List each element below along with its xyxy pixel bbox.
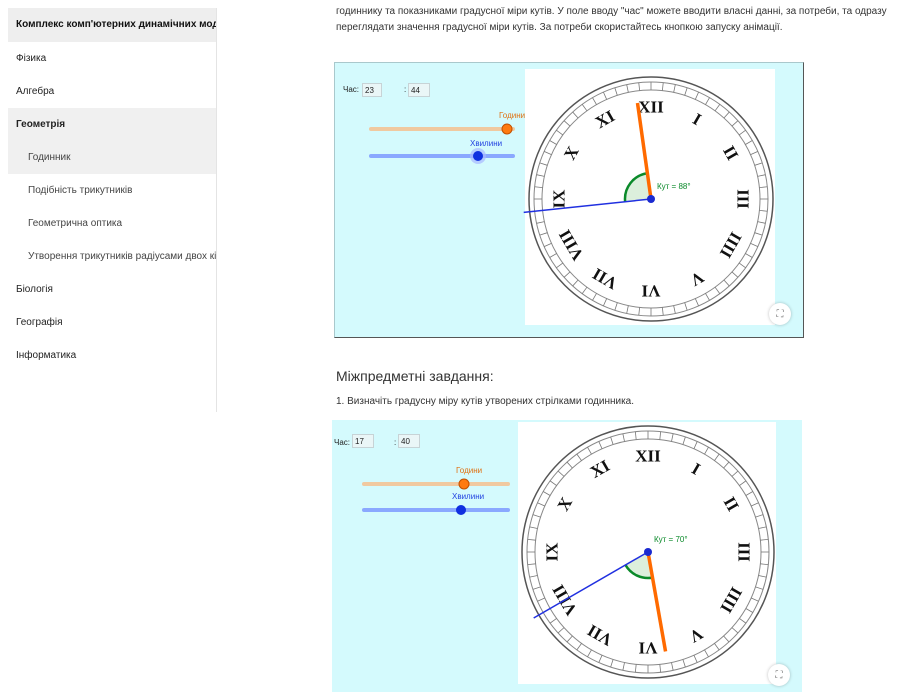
clock-face-2: XIIIIIIIIIIIIVVIVIIVIIIIXXXIКут = 70° [521, 425, 775, 679]
angle-label: Кут = 70° [654, 535, 688, 544]
clock-numeral: III [735, 542, 754, 562]
clock-panel-2: XIIIIIIIIIIIIVVIVIIVIIIIXXXIКут = 70° [518, 422, 776, 684]
angle-label: Кут = 88° [657, 182, 691, 191]
clock-numeral: VI [638, 639, 657, 658]
slider-hours-handle[interactable] [458, 478, 470, 490]
sidebar-item-similar-triangles[interactable]: Подібність трикутників [8, 174, 216, 207]
clock-numeral: III [734, 189, 753, 209]
clock-face-1: XIIIIIIIIIIIIVVIVIIVIIIIXXXIКут = 88° [523, 76, 774, 322]
sidebar-item-triangles-radii[interactable]: Утворення трикутників радіусами двох кіл [8, 240, 216, 273]
clock-center [644, 548, 652, 556]
clock-applet-2: Час: 17 : 40 Години Хвилини XII I II III III… [332, 420, 802, 692]
sidebar: Комплекс комп'ютерних динамічних мод Фіз… [8, 8, 217, 412]
clock-applet-1: Час: 23 : 44 Години Хвилини XII I II III III… [334, 62, 804, 338]
sidebar-item-informatics[interactable]: Інформатика [8, 339, 216, 372]
sidebar-item-clock[interactable]: Годинник [8, 141, 216, 174]
slider-minutes-label: Хвилини [452, 492, 485, 501]
clock-numeral: XII [638, 98, 664, 117]
clock-numeral: VI [641, 282, 660, 301]
sidebar-item-physics[interactable]: Фізика [8, 42, 216, 75]
clock-numeral: XII [635, 447, 661, 466]
slider-minutes-handle[interactable] [456, 505, 466, 515]
clock-center [647, 195, 655, 203]
intro-line-1: годиннику та показниками градусної міри … [336, 6, 887, 17]
sidebar-item-algebra[interactable]: Алгебра [8, 75, 216, 108]
sidebar-item-biology[interactable]: Біологія [8, 273, 216, 306]
fullscreen-icon: ⛶ [775, 669, 783, 681]
sidebar-item-geography[interactable]: Географія [8, 306, 216, 339]
sidebar-item-geometric-optics[interactable]: Геометрична оптика [8, 207, 216, 240]
clock-numeral: IX [550, 189, 569, 209]
sidebar-title: Комплекс комп'ютерних динамічних мод [8, 8, 216, 42]
slider-minutes-label: Хвилини [470, 139, 503, 148]
clock-numeral: IX [543, 542, 562, 562]
intro-text: годиннику та показниками градусної міри … [336, 4, 906, 36]
clock-panel-1: XII I II III IIII V VI VII VIII IX X XI Кут = 88° [523, 69, 775, 325]
slider-hours-handle[interactable] [501, 123, 513, 135]
slider-minutes-handle[interactable] [473, 151, 483, 161]
fullscreen-button-1[interactable]: ⛶ [769, 303, 791, 325]
task-1-text: 1. Визначіть градусну міру кутів утворен… [336, 396, 635, 407]
sidebar-item-geometry[interactable]: Геометрія [8, 108, 216, 141]
section-title: Міжпредметні завдання: [336, 368, 494, 384]
intro-line-2: переглядати значення градусної міри куті… [336, 22, 783, 33]
fullscreen-icon: ⛶ [776, 308, 784, 320]
fullscreen-button-2[interactable]: ⛶ [768, 664, 790, 686]
